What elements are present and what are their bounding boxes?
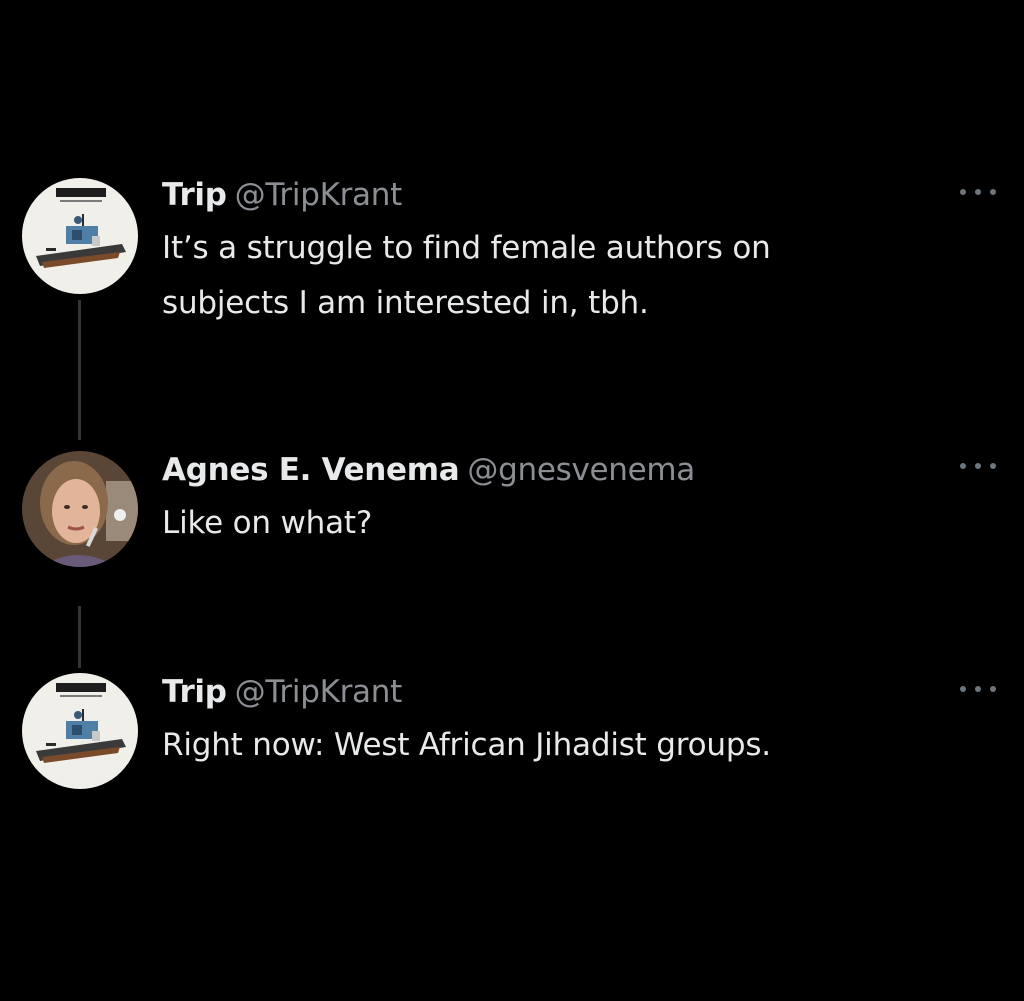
more-dots-icon[interactable] [960,459,996,473]
tweet-text: Right now: West African Jihadist groups. [162,727,771,763]
user-handle[interactable]: @TripKrant [235,674,403,710]
tweet-header: Trip @TripKrant [162,175,402,215]
woman-portrait-avatar[interactable] [22,451,138,567]
tweet-text: Like on what? [162,505,373,541]
book-cover-avatar[interactable] [22,178,138,294]
user-handle[interactable]: @TripKrant [235,177,403,213]
book-cover-image [22,673,138,789]
user-handle[interactable]: @gnesvenema [467,452,695,488]
thread-connector-line [78,606,81,668]
tweet-thread: Trip @TripKrant It’s a struggle to find f… [0,0,1024,1001]
book-cover-image [22,178,138,294]
display-name[interactable]: Trip [162,674,227,710]
portrait-photo [22,451,138,567]
display-name[interactable]: Agnes E. Venema [162,452,460,488]
tweet-header: Trip @TripKrant [162,672,402,712]
book-cover-avatar[interactable] [22,673,138,789]
display-name[interactable]: Trip [162,177,227,213]
thread-connector-line [78,300,81,440]
tweet-header: Agnes E. Venema @gnesvenema [162,450,695,490]
more-dots-icon[interactable] [960,682,996,696]
tweet-text: It’s a struggle to find female authors o… [162,230,771,321]
more-dots-icon[interactable] [960,185,996,199]
